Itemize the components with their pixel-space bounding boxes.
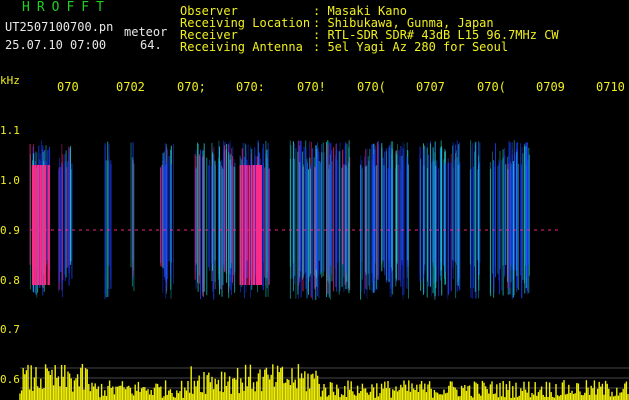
- y-tick: 0.6: [0, 373, 20, 386]
- y-tick: 0.8: [0, 274, 20, 287]
- mode-label: meteor: [124, 25, 168, 39]
- y-tick: 0.7: [0, 323, 20, 336]
- app-brand: HROFFT: [22, 0, 111, 15]
- spectrogram-plot: [19, 140, 629, 400]
- y-tick: 1.1: [0, 124, 20, 137]
- antenna-value: : 5el Yagi Az 280 for Seoul: [313, 40, 509, 54]
- x-tick: 070;: [177, 80, 206, 94]
- signal-streaks: [29, 140, 560, 300]
- activity-bars: [19, 364, 629, 400]
- x-tick: 0702: [116, 80, 145, 94]
- datetime-label: 25.07.10 07:00: [5, 38, 107, 52]
- x-tick: 0707: [416, 80, 445, 94]
- x-tick: 070: [57, 80, 79, 94]
- x-tick: 070(: [357, 80, 386, 94]
- y-axis-unit: kHz: [0, 74, 20, 87]
- y-tick: 1.0: [0, 174, 20, 187]
- counter-label: 64.: [140, 38, 162, 52]
- antenna-label: Receiving Antenna: [180, 40, 303, 54]
- x-tick: 0710: [596, 80, 625, 94]
- y-tick: 0.9: [0, 224, 20, 237]
- filename-label: UT2507100700.pn: [5, 20, 114, 34]
- x-tick: 070(: [477, 80, 506, 94]
- x-tick: 0709: [536, 80, 565, 94]
- x-tick: 070:: [236, 80, 265, 94]
- x-tick: 070!: [297, 80, 326, 94]
